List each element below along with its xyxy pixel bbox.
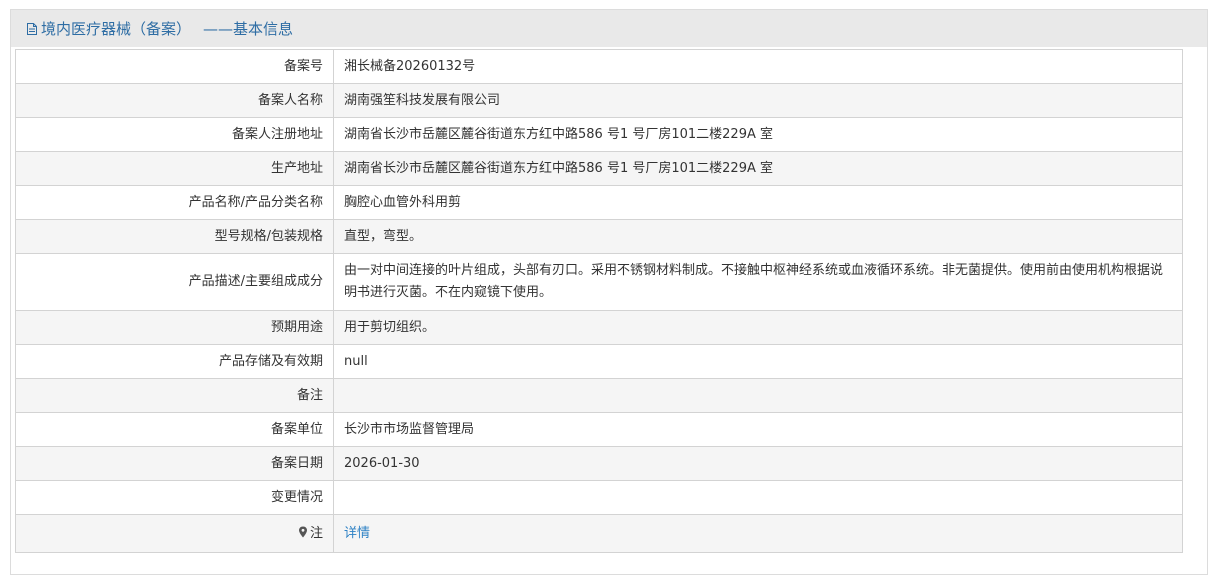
field-value: 直型，弯型。 bbox=[333, 219, 1183, 254]
table-row: 备案人注册地址 湖南省长沙市岳麓区麓谷街道东方红中路586 号1 号厂房101二… bbox=[15, 117, 1183, 152]
field-label: 产品名称/产品分类名称 bbox=[15, 185, 334, 220]
table-row: 产品存储及有效期 null bbox=[15, 344, 1183, 379]
field-value: null bbox=[333, 344, 1183, 379]
table-row: 备案人名称 湖南强笙科技发展有限公司 bbox=[15, 83, 1183, 118]
field-value: 用于剪切组织。 bbox=[333, 310, 1183, 345]
field-label: 备案人名称 bbox=[15, 83, 334, 118]
field-value: 2026-01-30 bbox=[333, 446, 1183, 481]
field-value: 湘长械备20260132号 bbox=[333, 49, 1183, 84]
pin-icon bbox=[298, 524, 308, 537]
table-row: 备注 bbox=[15, 378, 1183, 413]
note-value-cell: 详情 bbox=[333, 514, 1183, 553]
table-row: 备案单位 长沙市市场监督管理局 bbox=[15, 412, 1183, 447]
table-row: 生产地址 湖南省长沙市岳麓区麓谷街道东方红中路586 号1 号厂房101二楼22… bbox=[15, 151, 1183, 186]
table-row: 型号规格/包装规格 直型，弯型。 bbox=[15, 219, 1183, 254]
table-row: 注 详情 bbox=[15, 514, 1183, 553]
field-label: 备案日期 bbox=[15, 446, 334, 481]
field-value: 胸腔心血管外科用剪 bbox=[333, 185, 1183, 220]
panel-header: 境内医疗器械（备案） ——基本信息 bbox=[11, 10, 1207, 47]
field-label: 备案人注册地址 bbox=[15, 117, 334, 152]
field-value bbox=[333, 378, 1183, 413]
basic-info-table: 备案号 湘长械备20260132号 备案人名称 湖南强笙科技发展有限公司 备案人… bbox=[15, 49, 1183, 553]
field-label: 变更情况 bbox=[15, 480, 334, 515]
note-label-cell: 注 bbox=[15, 514, 334, 553]
field-label: 预期用途 bbox=[15, 310, 334, 345]
page-subtitle: ——基本信息 bbox=[203, 20, 294, 38]
field-label: 备注 bbox=[15, 378, 334, 413]
page-title: 境内医疗器械（备案） bbox=[41, 20, 192, 38]
field-label: 备案单位 bbox=[15, 412, 334, 447]
table-row: 预期用途 用于剪切组织。 bbox=[15, 310, 1183, 345]
document-icon bbox=[27, 22, 37, 35]
field-value: 由一对中间连接的叶片组成，头部有刃口。采用不锈钢材料制成。不接触中枢神经系统或血… bbox=[333, 253, 1183, 311]
table-row: 变更情况 bbox=[15, 480, 1183, 515]
table-row: 产品描述/主要组成成分 由一对中间连接的叶片组成，头部有刃口。采用不锈钢材料制成… bbox=[15, 253, 1183, 311]
field-value: 湖南省长沙市岳麓区麓谷街道东方红中路586 号1 号厂房101二楼229A 室 bbox=[333, 117, 1183, 152]
field-label: 产品存储及有效期 bbox=[15, 344, 334, 379]
table-row: 备案号 湘长械备20260132号 bbox=[15, 49, 1183, 84]
table-row: 备案日期 2026-01-30 bbox=[15, 446, 1183, 481]
table-row: 产品名称/产品分类名称 胸腔心血管外科用剪 bbox=[15, 185, 1183, 220]
field-label: 产品描述/主要组成成分 bbox=[15, 253, 334, 311]
details-link[interactable]: 详情 bbox=[344, 526, 370, 541]
field-label: 生产地址 bbox=[15, 151, 334, 186]
field-value: 湖南强笙科技发展有限公司 bbox=[333, 83, 1183, 118]
field-label: 型号规格/包装规格 bbox=[15, 219, 334, 254]
field-value: 长沙市市场监督管理局 bbox=[333, 412, 1183, 447]
field-value: 湖南省长沙市岳麓区麓谷街道东方红中路586 号1 号厂房101二楼229A 室 bbox=[333, 151, 1183, 186]
note-label: 注 bbox=[309, 525, 323, 541]
field-label: 备案号 bbox=[15, 49, 334, 84]
field-value bbox=[333, 480, 1183, 515]
